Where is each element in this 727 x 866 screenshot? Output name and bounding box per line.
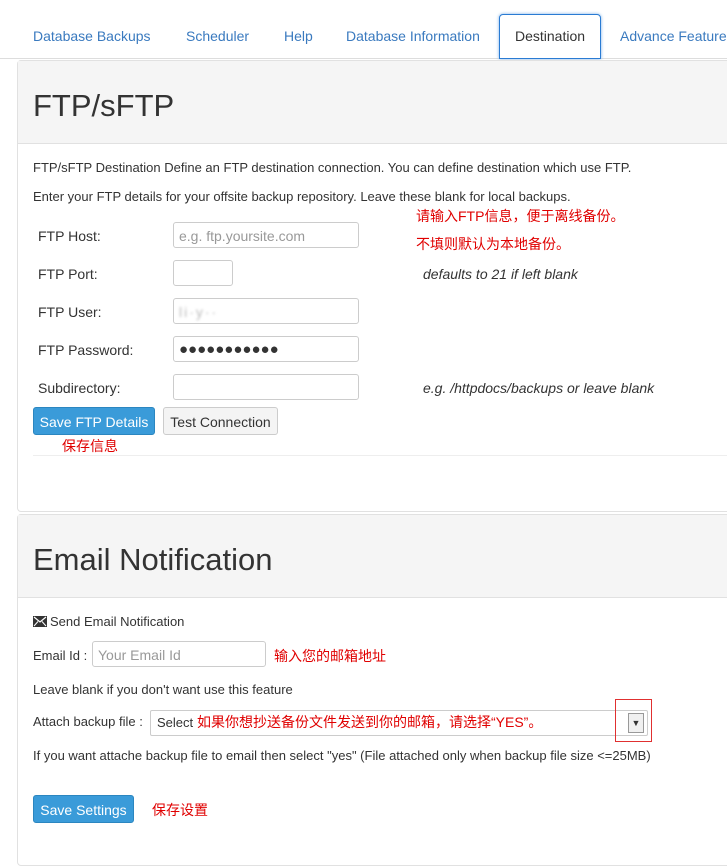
send-email-notification-label: Send Email Notification [50, 614, 185, 629]
save-settings-button[interactable]: Save Settings [33, 795, 134, 823]
ftp-divider [33, 455, 727, 456]
ftp-password-label: FTP Password: [38, 342, 134, 358]
tab-database-backups[interactable]: Database Backups [33, 14, 151, 58]
save-ftp-details-button[interactable]: Save FTP Details [33, 407, 155, 435]
envelope-icon [33, 614, 47, 627]
annotation-attach-yes: 如果你想抄送备份文件发送到你的邮箱，请选择“YES”。 [197, 712, 547, 732]
email-title: Email Notification [33, 542, 273, 577]
highlight-box [615, 699, 652, 742]
annotation-enter-ftp: 请输入FTP信息，便于离线备份。 [416, 208, 625, 224]
ftp-user-value: li·y·· [179, 304, 219, 320]
ftp-port-input[interactable] [173, 260, 233, 286]
leave-blank-note: Leave blank if you don't want use this f… [33, 682, 293, 697]
ftp-subdirectory-label: Subdirectory: [38, 380, 121, 396]
attach-backup-label: Attach backup file : [33, 714, 143, 729]
email-id-label: Email Id : [33, 648, 88, 663]
nav-tabs: Database Backups Scheduler Help Database… [0, 0, 727, 59]
annotation-save-info: 保存信息 [62, 438, 118, 454]
ftp-instructions: Enter your FTP details for your offsite … [33, 189, 571, 204]
tab-help[interactable]: Help [284, 14, 313, 58]
ftp-user-label: FTP User: [38, 304, 102, 320]
ftp-host-label: FTP Host: [38, 228, 101, 244]
ftp-user-input[interactable]: li·y·· [173, 298, 359, 324]
annotation-local-backup: 不填则默认为本地备份。 [416, 236, 570, 252]
ftp-host-input[interactable]: e.g. ftp.yoursite.com [173, 222, 359, 248]
attach-backup-selected: Select [157, 715, 194, 730]
ftp-title: FTP/sFTP [33, 88, 175, 123]
ftp-description: FTP/sFTP Destination Define an FTP desti… [33, 160, 632, 175]
annotation-enter-email: 输入您的邮箱地址 [274, 648, 386, 664]
ftp-subdirectory-hint: e.g. /httpdocs/backups or leave blank [423, 380, 655, 396]
test-connection-button[interactable]: Test Connection [163, 407, 278, 435]
annotation-save-settings: 保存设置 [152, 802, 208, 818]
ftp-port-hint: defaults to 21 if left blank [423, 266, 578, 282]
ftp-subdirectory-input[interactable] [173, 374, 359, 400]
ftp-port-label: FTP Port: [38, 266, 98, 282]
ftp-password-input[interactable]: ●●●●●●●●●●● [173, 336, 359, 362]
attach-backup-note: If you want attache backup file to email… [33, 748, 651, 763]
tab-destination[interactable]: Destination [499, 14, 602, 59]
tab-advance-feature[interactable]: Advance Feature [620, 14, 727, 58]
email-id-input[interactable]: Your Email Id [92, 641, 266, 667]
tab-scheduler[interactable]: Scheduler [186, 14, 249, 58]
tab-database-information[interactable]: Database Information [346, 14, 480, 58]
ftp-panel [17, 60, 727, 512]
